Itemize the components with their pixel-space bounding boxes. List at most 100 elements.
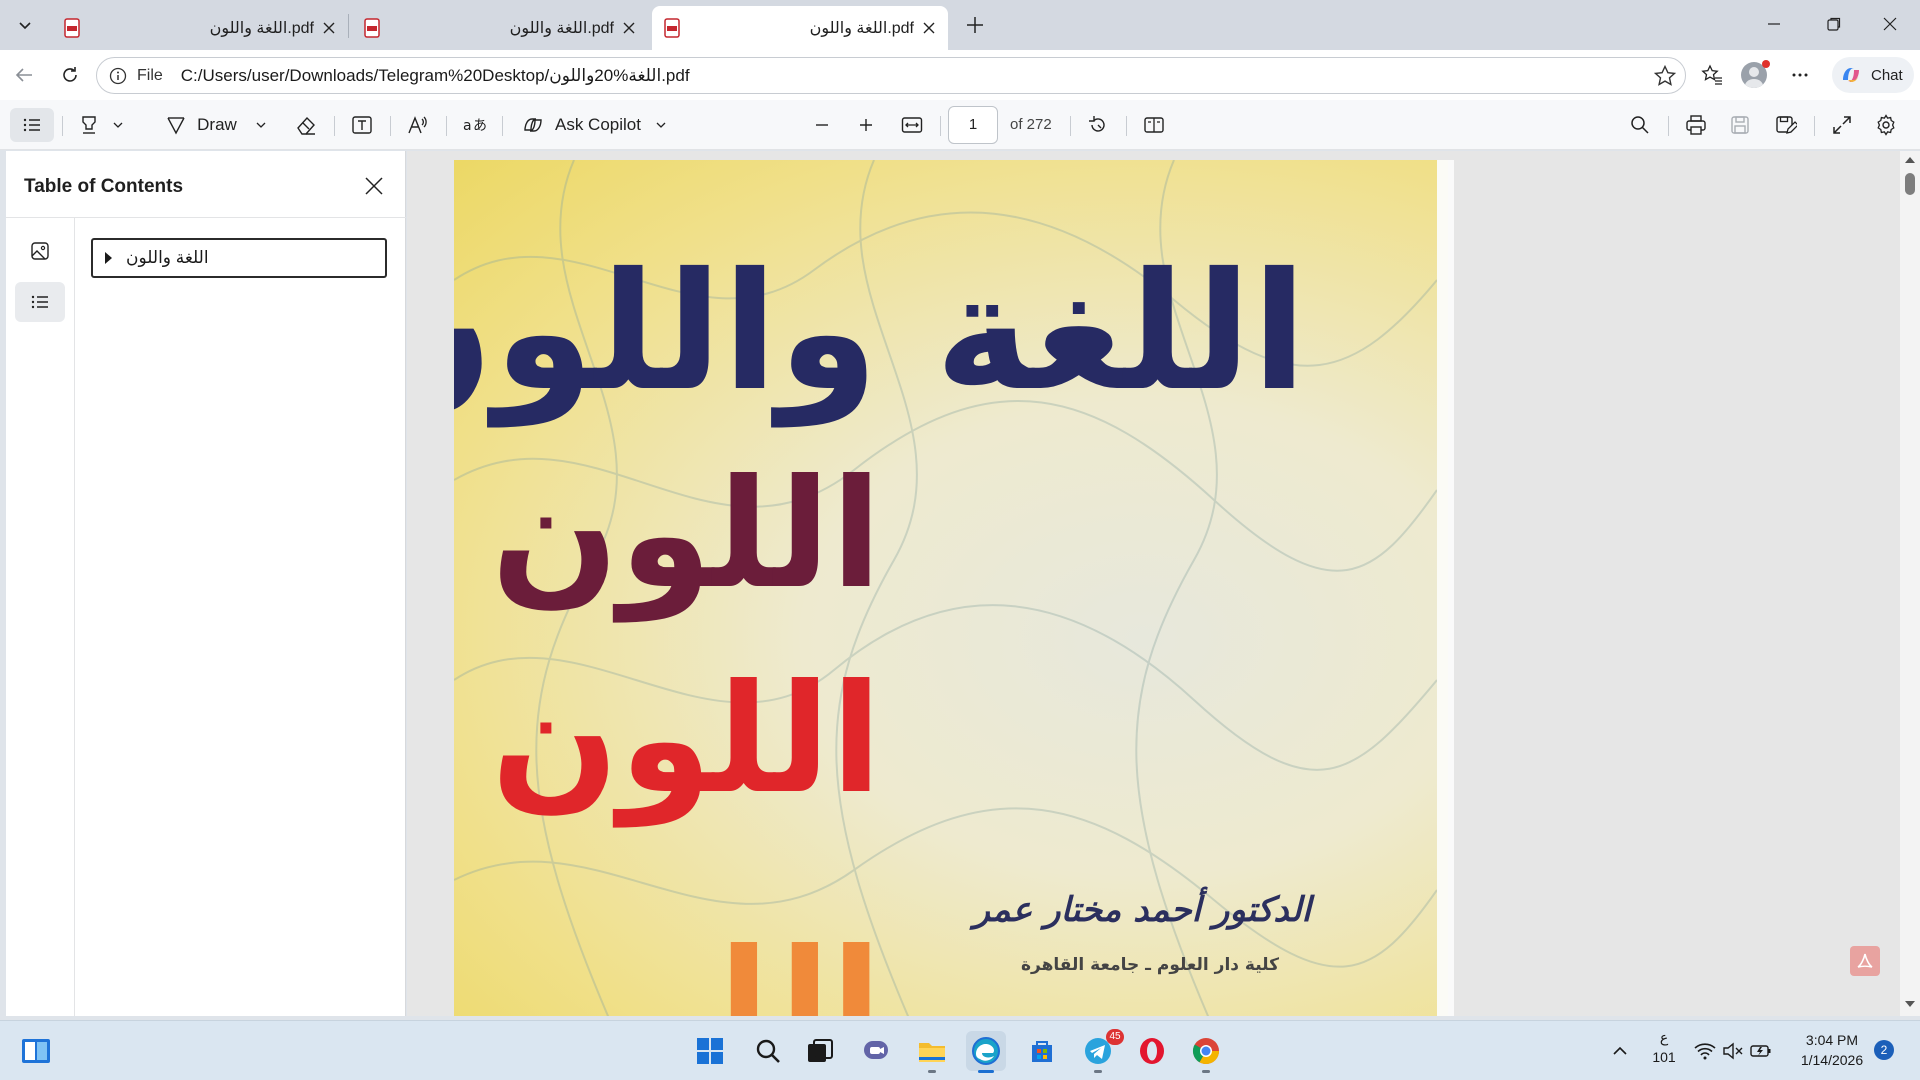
find-button[interactable] xyxy=(1620,108,1660,142)
tab-3-active[interactable]: اللغة واللون.pdf xyxy=(652,6,948,50)
toc-item-label: اللغة واللون xyxy=(126,248,209,267)
clock-date[interactable]: 1/14/2026 xyxy=(1794,1052,1870,1068)
minimize-button[interactable] xyxy=(1744,0,1804,48)
chevron-down-icon xyxy=(256,122,266,128)
close-panel-button[interactable] xyxy=(359,171,389,201)
windows-taskbar: 45 ع 101 3:04 PM 1/14/2026 xyxy=(0,1020,1920,1080)
address-bar[interactable]: File C:/Users/user/Downloads/Telegram%20… xyxy=(96,57,1686,94)
back-button[interactable] xyxy=(6,57,42,93)
pdf-settings-button[interactable] xyxy=(1866,108,1906,142)
highlighter-icon xyxy=(82,116,96,134)
fit-to-width-button[interactable] xyxy=(892,108,932,142)
toc-item[interactable]: اللغة واللون xyxy=(91,238,387,278)
read-aloud-icon xyxy=(408,116,427,134)
tab-actions-menu-button[interactable] xyxy=(8,8,42,42)
vertical-scrollbar[interactable] xyxy=(1900,151,1920,1016)
url-text[interactable]: C:/Users/user/Downloads/Telegram%20Deskt… xyxy=(181,66,690,86)
save-as-button[interactable] xyxy=(1766,108,1806,142)
teams-button[interactable] xyxy=(856,1031,896,1071)
pen-icon xyxy=(167,117,185,135)
print-button[interactable] xyxy=(1676,108,1716,142)
opera-button[interactable] xyxy=(1132,1031,1172,1071)
close-icon[interactable] xyxy=(620,19,638,37)
translate-button[interactable]: aあ xyxy=(454,108,494,142)
tab-1[interactable]: اللغة واللون.pdf xyxy=(52,6,348,50)
input-language-top[interactable]: ع xyxy=(1646,1029,1682,1046)
file-explorer-button[interactable] xyxy=(912,1031,952,1073)
page-view-icon xyxy=(1144,117,1164,133)
chrome-button[interactable] xyxy=(1186,1031,1226,1073)
table-of-contents-tab[interactable] xyxy=(15,282,65,322)
widgets-icon xyxy=(22,1039,50,1063)
microsoft-store-button[interactable] xyxy=(1022,1031,1062,1071)
text-box-icon xyxy=(352,116,372,134)
scrollbar-thumb[interactable] xyxy=(1905,173,1915,195)
copilot-chat-button[interactable]: Chat xyxy=(1832,57,1914,93)
refresh-button[interactable] xyxy=(52,57,88,93)
ask-copilot-button[interactable]: Ask Copilot xyxy=(514,108,674,142)
show-hidden-icons-button[interactable] xyxy=(1600,1031,1640,1071)
notification-count-badge[interactable]: 2 xyxy=(1874,1040,1894,1060)
caret-right-icon[interactable] xyxy=(105,252,112,264)
printer-icon xyxy=(1686,115,1706,135)
zoom-out-button[interactable] xyxy=(802,108,842,142)
rotate-button[interactable] xyxy=(1078,108,1118,142)
copilot-icon xyxy=(1843,68,1859,82)
erase-button[interactable] xyxy=(286,108,326,142)
read-aloud-button[interactable] xyxy=(398,108,438,142)
wifi-icon xyxy=(1694,1043,1716,1060)
chrome-icon xyxy=(1192,1038,1220,1065)
page-number-input[interactable]: 1 xyxy=(948,106,998,144)
full-screen-button[interactable] xyxy=(1822,108,1862,142)
save-button[interactable] xyxy=(1720,108,1760,142)
toolbar-separator xyxy=(334,116,335,136)
pdf-viewport[interactable]: اللغة واللون اللون اللون الل الدكتور أحم… xyxy=(407,151,1900,1016)
edge-button[interactable] xyxy=(966,1031,1006,1073)
page-view-button[interactable] xyxy=(1134,108,1174,142)
clock-time[interactable]: 3:04 PM xyxy=(1794,1032,1870,1048)
save-as-icon xyxy=(1776,116,1797,134)
close-window-button[interactable] xyxy=(1860,0,1920,48)
pdf-icon xyxy=(64,18,80,38)
chevron-down-icon xyxy=(113,122,123,128)
draw-label: Draw xyxy=(197,115,237,134)
draw-button[interactable]: Draw xyxy=(156,108,276,142)
search-button[interactable] xyxy=(748,1031,788,1071)
highlight-button[interactable] xyxy=(70,108,132,142)
telegram-button[interactable]: 45 xyxy=(1078,1029,1124,1073)
minus-icon xyxy=(816,124,828,126)
start-button[interactable] xyxy=(690,1031,730,1071)
cover-title-line-1: اللغة واللون xyxy=(454,239,1307,427)
task-view-button[interactable] xyxy=(800,1031,840,1071)
new-tab-button[interactable] xyxy=(958,8,992,42)
toolbar-separator xyxy=(62,116,63,136)
add-text-button[interactable] xyxy=(342,108,382,142)
thumbnails-tab[interactable] xyxy=(15,231,65,271)
favorite-star-icon[interactable] xyxy=(1653,64,1677,88)
info-icon[interactable] xyxy=(107,65,129,87)
scroll-up-arrow-icon[interactable] xyxy=(1905,157,1915,163)
table-of-contents-button[interactable] xyxy=(10,108,54,142)
book-cover: اللغة واللون اللون اللون الل الدكتور أحم… xyxy=(454,160,1437,1016)
page-total-label: of 272 xyxy=(1010,116,1052,133)
close-icon[interactable] xyxy=(320,19,338,37)
settings-and-more-button[interactable] xyxy=(1782,57,1818,93)
restore-button[interactable] xyxy=(1804,0,1864,48)
close-icon[interactable] xyxy=(920,19,938,37)
list-icon xyxy=(23,118,40,132)
scroll-down-arrow-icon[interactable] xyxy=(1905,1001,1915,1007)
navigation-bar: File C:/Users/user/Downloads/Telegram%20… xyxy=(0,50,1920,100)
tab-2[interactable]: اللغة واللون.pdf xyxy=(352,6,648,50)
refresh-icon xyxy=(63,67,77,82)
quick-settings-button[interactable] xyxy=(1690,1031,1776,1071)
zoom-in-button[interactable] xyxy=(846,108,886,142)
svg-text:あ: あ xyxy=(473,118,486,134)
toolbar-separator xyxy=(446,116,447,136)
search-icon xyxy=(756,1039,780,1063)
svg-text:a: a xyxy=(463,118,472,134)
restore-icon xyxy=(1827,17,1841,31)
favorites-button[interactable] xyxy=(1694,57,1730,93)
acrobat-icon[interactable] xyxy=(1850,946,1880,976)
widgets-button[interactable] xyxy=(16,1031,56,1071)
input-language-bottom[interactable]: 101 xyxy=(1646,1049,1682,1065)
